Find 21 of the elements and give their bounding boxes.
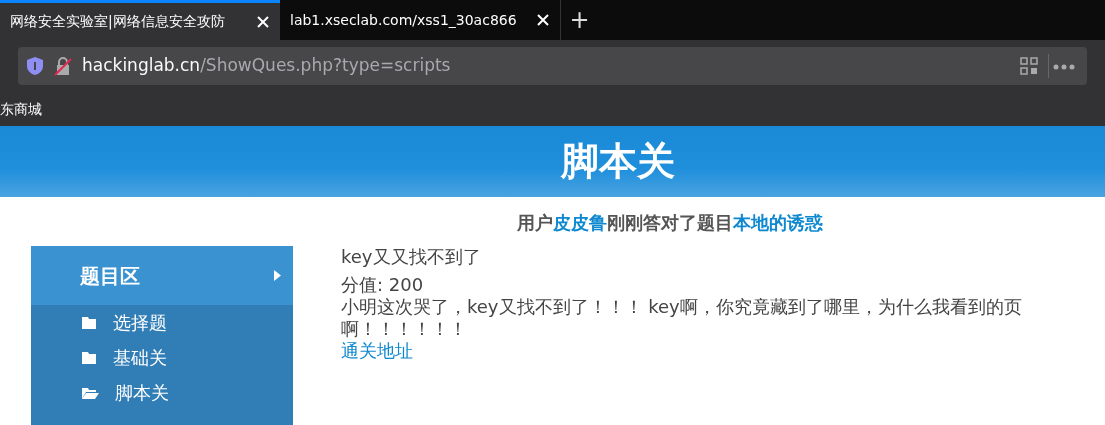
browser-tab[interactable]: 网络安全实验室|网络信息安全攻防 bbox=[0, 0, 280, 40]
notice-text: 用户皮皮鲁刚刚答对了题目本地的诱惑 bbox=[516, 211, 824, 235]
question-title: key又又找不到了 bbox=[341, 246, 482, 268]
qr-code-icon bbox=[1020, 57, 1038, 75]
bookmark-item[interactable]: 东商城 bbox=[0, 98, 42, 120]
dots-icon bbox=[1053, 63, 1075, 70]
close-icon bbox=[536, 13, 550, 27]
shield-icon bbox=[26, 56, 44, 76]
triangle-icon bbox=[274, 270, 281, 281]
description-text: 小明这次哭了，key又找不到了！！！ key啊，你究竟藏到了哪里，为什么我看到的页 啊！！！！！！ bbox=[341, 296, 1022, 340]
sidebar-item[interactable]: 基础关 bbox=[31, 340, 293, 375]
close-icon bbox=[256, 14, 270, 29]
sidebar-title: 题目区 bbox=[80, 262, 141, 290]
lock-icon bbox=[54, 56, 72, 76]
address-bar[interactable]: hackinglab.cn/ShowQues.php?type=scripts bbox=[18, 47, 1087, 85]
sidebar-item[interactable]: 选择题 bbox=[31, 305, 293, 340]
sidebar-item[interactable]: 脚本关 bbox=[31, 375, 293, 410]
page-title: 脚本关 bbox=[0, 126, 1105, 197]
url-text: hackinglab.cn/ShowQues.php?type=scripts bbox=[82, 54, 451, 78]
task-link[interactable]: 通关地址 bbox=[341, 340, 413, 361]
score-text: 分值: 200 bbox=[341, 274, 425, 296]
